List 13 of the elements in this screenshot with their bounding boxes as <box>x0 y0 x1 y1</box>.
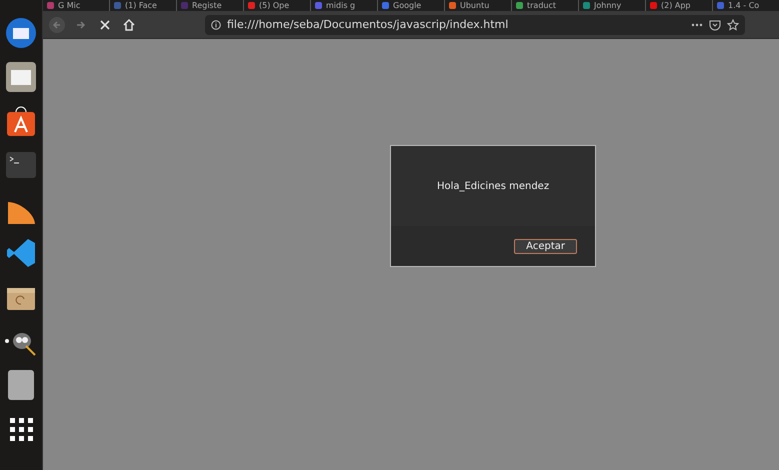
url-text: file:///home/seba/Documentos/javascrip/index.html <box>227 18 510 31</box>
accept-button[interactable]: Aceptar <box>514 238 577 254</box>
code-editor-icon[interactable] <box>4 236 38 270</box>
shopping-bag-icon[interactable] <box>4 104 38 138</box>
home-icon[interactable] <box>121 16 137 32</box>
address-bar[interactable]: file:///home/seba/Documentos/javascrip/index.html <box>205 14 745 34</box>
pocket-icon[interactable] <box>709 18 721 30</box>
mail-icon[interactable] <box>4 16 38 50</box>
star-icon[interactable] <box>727 18 739 30</box>
folder-icon[interactable] <box>4 60 38 94</box>
back-icon[interactable] <box>49 16 65 32</box>
info-icon[interactable] <box>211 20 221 30</box>
dialog-message: Hola_Edicines mendez <box>436 180 550 192</box>
